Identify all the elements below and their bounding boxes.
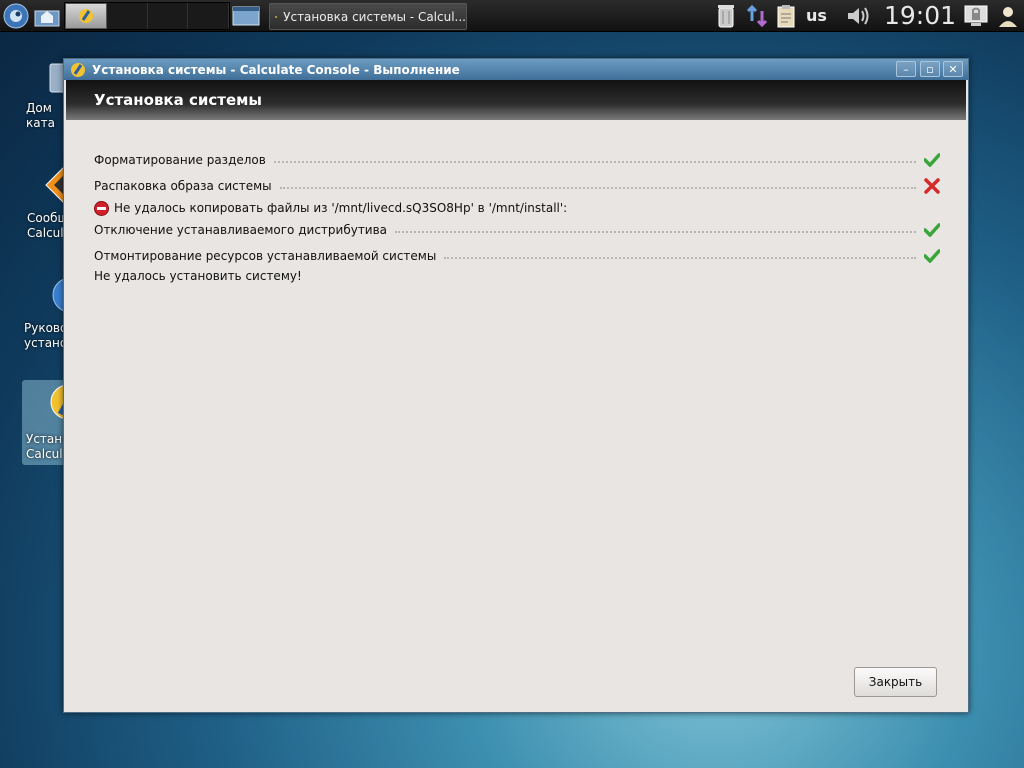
error-message: Не удалось копировать файлы из '/mnt/liv… <box>94 199 567 217</box>
show-desktop-icon[interactable] <box>231 3 261 29</box>
maximize-icon: ▫ <box>926 62 934 76</box>
desktop-icon-label: ката <box>26 116 55 130</box>
desktop-pager[interactable] <box>64 2 230 30</box>
step-row: Отключение устанавливаемого дистрибутива <box>94 220 940 240</box>
check-icon <box>924 222 940 238</box>
step-label: Распаковка образа системы <box>94 179 272 193</box>
clock[interactable]: 19:01 <box>884 0 956 32</box>
stop-icon <box>94 200 109 216</box>
dotted-leader <box>273 157 916 163</box>
error-x-icon <box>924 178 940 194</box>
lock-screen-icon[interactable] <box>962 3 990 29</box>
step-row: Форматирование разделов <box>94 150 940 170</box>
minimize-button[interactable]: – <box>896 61 916 77</box>
taskbar-item-installer[interactable]: Установка системы - Calcul... <box>269 3 467 30</box>
keyboard-layout-indicator[interactable]: us <box>806 0 827 32</box>
pager-desktop-1[interactable] <box>65 3 107 29</box>
trash-icon[interactable] <box>714 3 738 29</box>
desktop-icon-label: Устан <box>26 432 63 446</box>
desktop-icon-label: Руково <box>24 321 68 335</box>
step-label: Форматирование разделов <box>94 153 266 167</box>
step-row: Распаковка образа системы <box>94 176 940 196</box>
close-window-button[interactable]: ✕ <box>943 61 963 77</box>
window-titlebar[interactable]: Установка системы - Calculate Console - … <box>64 59 968 80</box>
app-menu-icon[interactable] <box>2 3 30 29</box>
pager-desktop-3[interactable] <box>148 3 189 29</box>
desktop-icon-label: Дом <box>26 101 52 115</box>
clipboard-icon[interactable] <box>774 3 798 29</box>
taskbar-item-label: Установка системы - Calcul... <box>283 9 466 24</box>
final-status-message: Не удалось установить систему! <box>94 269 302 283</box>
desktop-icon-label: устано <box>24 336 68 350</box>
maximize-button[interactable]: ▫ <box>920 61 940 77</box>
check-icon <box>924 152 940 168</box>
dotted-leader <box>395 227 916 233</box>
user-icon[interactable] <box>994 3 1022 29</box>
error-message-text: Не удалось копировать файлы из '/mnt/liv… <box>114 201 568 215</box>
step-label: Отключение устанавливаемого дистрибутива <box>94 223 388 237</box>
check-icon <box>924 248 940 264</box>
calculate-icon <box>275 15 278 18</box>
home-icon[interactable] <box>33 3 61 29</box>
installer-window: Установка системы - Calculate Console - … <box>63 58 969 713</box>
network-icon[interactable] <box>744 3 770 29</box>
desktop-icon-label: Calcul <box>26 447 63 461</box>
dotted-leader <box>279 183 916 189</box>
dotted-leader <box>444 253 916 259</box>
desktop-icon-install[interactable]: Устан Calcul <box>22 380 84 465</box>
pager-desktop-2[interactable] <box>107 3 148 29</box>
close-button[interactable]: Закрыть <box>854 667 937 697</box>
volume-icon[interactable] <box>844 3 874 29</box>
window-title: Установка системы - Calculate Console - … <box>92 62 460 77</box>
calculate-icon <box>71 62 85 77</box>
minimize-icon: – <box>903 62 909 76</box>
top-panel: Установка системы - Calcul... us 19:01 <box>0 0 1024 32</box>
step-label: Отмонтирование ресурсов устанавливаемой … <box>94 249 437 263</box>
pager-desktop-4[interactable] <box>188 3 229 29</box>
step-row: Отмонтирование ресурсов устанавливаемой … <box>94 246 940 266</box>
desktop-icon-label: Calcul <box>27 226 64 240</box>
page-header: Установка системы <box>66 80 966 120</box>
close-icon: ✕ <box>948 62 958 76</box>
